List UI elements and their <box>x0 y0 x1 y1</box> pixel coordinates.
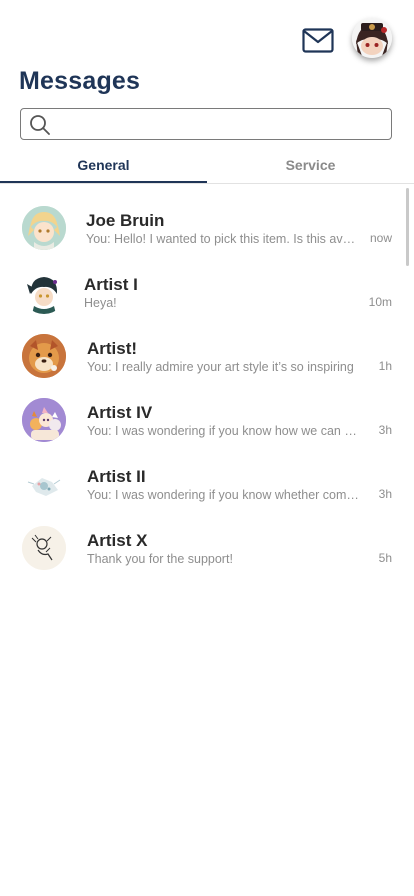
avatar <box>22 270 66 314</box>
search-icon <box>30 115 50 135</box>
profile-avatar[interactable] <box>352 18 392 58</box>
conversation-preview: You: I was wondering if you know whether… <box>87 488 359 502</box>
conversation-time: 5h <box>378 551 392 565</box>
conversation-name: Artist! <box>87 339 138 358</box>
conversation-item[interactable]: Artist X Thank you for the support! 5h <box>0 516 404 574</box>
conversation-name: Artist I <box>84 275 138 294</box>
conversation-preview: You: I really admire your art style it’s… <box>87 360 354 374</box>
avatar <box>22 206 66 250</box>
conversation-preview: You: I was wondering if you know how we … <box>87 424 359 438</box>
tab-bar: General Service <box>0 148 414 184</box>
page-title: Messages <box>19 67 141 95</box>
conversation-name: Artist X <box>87 531 148 550</box>
top-bar <box>0 0 414 70</box>
conversation-time: 3h <box>378 487 392 501</box>
conversation-preview: Thank you for the support! <box>87 552 233 566</box>
conversation-time: 3h <box>378 423 392 437</box>
conversation-item[interactable]: Artist II You: I was wondering if you kn… <box>0 452 404 510</box>
search-input[interactable] <box>57 111 387 139</box>
conversation-item[interactable]: Artist! You: I really admire your art st… <box>0 324 404 382</box>
conversation-time: now <box>369 231 392 245</box>
conversation-time: 10m <box>368 295 392 309</box>
mail-button[interactable] <box>302 28 334 54</box>
avatar <box>22 398 66 442</box>
tab-service[interactable]: Service <box>207 148 414 182</box>
conversation-preview: Heya! <box>84 296 117 310</box>
tab-general[interactable]: General <box>0 148 207 183</box>
search-bar[interactable] <box>20 108 392 140</box>
envelope-icon <box>302 28 334 53</box>
conversation-name: Artist IV <box>87 403 153 422</box>
avatar <box>22 526 66 570</box>
scrollbar[interactable] <box>406 188 409 266</box>
conversation-item[interactable]: Artist I Heya! 10m <box>0 260 404 318</box>
avatar <box>22 334 66 378</box>
conversation-item[interactable]: Artist IV You: I was wondering if you kn… <box>0 388 404 446</box>
conversation-preview: You: Hello! I wanted to pick this item. … <box>86 232 358 246</box>
conversation-item[interactable]: Joe Bruin You: Hello! I wanted to pick t… <box>0 196 404 254</box>
conversation-name: Joe Bruin <box>86 211 165 230</box>
conversation-time: 1h <box>378 359 392 373</box>
avatar <box>22 462 66 506</box>
conversation-name: Artist II <box>87 467 146 486</box>
